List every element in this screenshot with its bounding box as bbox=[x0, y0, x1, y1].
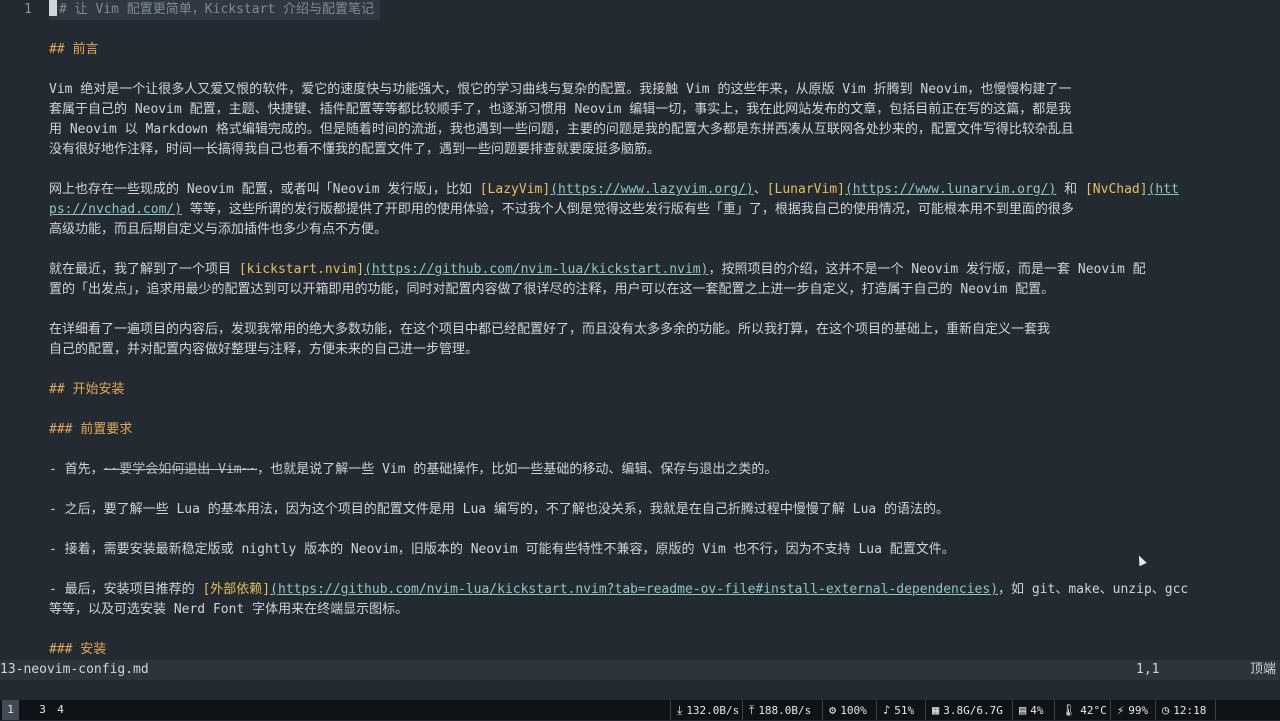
paragraph-1-line-1: Vim 绝对是一个让很多人又爱又恨的软件，爱它的速度快与功能强大，恨它的学习曲线… bbox=[49, 82, 1072, 97]
text-span: 网上也存在一些现成的 Neovim 配置，或者叫「Neovim 发行版」，比如 bbox=[49, 182, 480, 197]
link-url-nvchad-end[interactable]: ps://nvchad.com/) bbox=[49, 202, 182, 217]
disk-icon: ▤ bbox=[1019, 703, 1027, 717]
memory-value: 3.8G/6.7G bbox=[943, 704, 1003, 717]
paragraph-3-line-1: 就在最近，我了解到了一个项目 [kickstart.nvim](https://… bbox=[49, 260, 1146, 280]
memory-module: ▦ 3.8G/6.7G bbox=[925, 700, 1009, 720]
thermometer-icon: 🌡 bbox=[1061, 703, 1077, 717]
bullet-4-line-1: - 最后，安装项目推荐的 [外部依赖](https://github.com/n… bbox=[49, 580, 1188, 600]
volume-icon: ♪ bbox=[883, 703, 891, 717]
link-text-lunarvim[interactable]: [LunarVim] bbox=[767, 182, 845, 197]
net-up-value: 188.0B/s bbox=[758, 704, 812, 717]
system-status-bar: 1 3 4 ⤓ 132.0B/s ⤒ 188.0B/s ⚙ 100% ♪ 51% ▦ 3.… bbox=[0, 700, 1280, 720]
cpu-module[interactable]: ⚙ 100% bbox=[822, 700, 873, 720]
text-cursor bbox=[49, 0, 57, 16]
battery-icon: ⚡ bbox=[1117, 703, 1125, 717]
network-upload: ⤒ 188.0B/s bbox=[742, 700, 817, 720]
text-span: ，也就是说了解一些 Vim 的基础操作，比如一些基础的移动、编辑、保存与退出之类… bbox=[257, 462, 778, 477]
document-title: # 让 Vim 配置更简单，Kickstart 介绍与配置笔记 bbox=[59, 2, 375, 17]
link-text-kickstart[interactable]: [kickstart.nvim] bbox=[239, 262, 364, 277]
link-url-lazyvim[interactable]: (https://www.lazyvim.org/) bbox=[550, 182, 754, 197]
mouse-pointer-icon bbox=[1135, 553, 1147, 567]
workspace-3[interactable]: 3 bbox=[34, 700, 51, 720]
link-text-lazyvim[interactable]: [LazyVim] bbox=[480, 182, 550, 197]
vim-statusline: 13-neovim-config.md 1,1 顶端 bbox=[0, 660, 1280, 680]
upload-icon: ⤒ bbox=[749, 703, 755, 717]
network-download: ⤓ 132.0B/s bbox=[670, 700, 745, 720]
paragraph-1-line-4: 没有很好地作注释，时间一长搞得我自己也看不懂我的配置文件了，遇到一些问题要排查就… bbox=[49, 142, 661, 157]
link-url-nvchad-start[interactable]: (htt bbox=[1148, 182, 1179, 197]
text-span: 等等，这些所谓的发行版都提供了开即用的使用体验，不过我个人倒是觉得这些发行版有些… bbox=[182, 202, 1074, 217]
disk-module: ▤ 4% bbox=[1012, 700, 1049, 720]
statusline-percent: 顶端 bbox=[1250, 662, 1277, 677]
cpu-value: 100% bbox=[840, 704, 867, 717]
text-span: 和 bbox=[1056, 182, 1085, 197]
link-url-dependencies[interactable]: (https://github.com/nvim-lua/kickstart.n… bbox=[270, 582, 998, 597]
strikethrough-text: ~~要学会如何退出 Vim~~ bbox=[103, 462, 258, 477]
paragraph-2-line-3: 高级功能，而且后期自定义与添加插件也多少有点不方便。 bbox=[49, 222, 388, 237]
clock-value: 12:18 bbox=[1173, 704, 1207, 717]
heading-preface: ## 前言 bbox=[49, 42, 99, 57]
paragraph-3-line-2: 置的「出发点」，追求用最少的配置达到可以开箱即用的功能，同时对配置内容做了很详尽… bbox=[49, 282, 1055, 297]
link-url-lunarvim[interactable]: (https://www.lunarvim.org/) bbox=[845, 182, 1056, 197]
paragraph-2-line-2: ps://nvchad.com/) 等等，这些所谓的发行版都提供了开即用的使用体… bbox=[49, 200, 1074, 220]
bullet-2: - 之后，要了解一些 Lua 的基本用法，因为这个项目的配置文件是用 Lua 编… bbox=[49, 502, 950, 517]
volume-module[interactable]: ♪ 51% bbox=[876, 700, 920, 720]
text-span: ，如 git、make、unzip、gcc bbox=[998, 582, 1189, 597]
text-span: - 首先， bbox=[49, 462, 104, 477]
download-icon: ⤓ bbox=[677, 703, 683, 717]
paragraph-1-line-2: 套属于自己的 Neovim 配置，主题、快捷键、插件配置等等都比较顺手了，也逐渐… bbox=[49, 102, 1072, 117]
command-line[interactable] bbox=[0, 680, 1280, 700]
clock-icon: ◷ bbox=[1162, 703, 1170, 717]
battery-module: ⚡ 99% bbox=[1110, 700, 1154, 720]
editor-pane[interactable]: 1 # 让 Vim 配置更简单，Kickstart 介绍与配置笔记 ## 前言 … bbox=[0, 0, 1280, 660]
bullet-1: - 首先，~~要学会如何退出 Vim~~，也就是说了解一些 Vim 的基础操作，… bbox=[49, 460, 777, 480]
battery-value: 99% bbox=[1128, 704, 1149, 717]
memory-icon: ▦ bbox=[932, 703, 940, 717]
statusline-position: 1,1 bbox=[1136, 662, 1160, 677]
cpu-icon: ⚙ bbox=[829, 703, 837, 717]
clock-module[interactable]: ◷ 12:18 bbox=[1155, 700, 1212, 720]
heading-install: ## 开始安装 bbox=[49, 382, 125, 397]
paragraph-2-line-1: 网上也存在一些现成的 Neovim 配置，或者叫「Neovim 发行版」，比如 … bbox=[49, 180, 1179, 200]
paragraph-4-line-1: 在详细看了一遍项目的内容后，发现我常用的绝大多数功能，在这个项目中都已经配置好了… bbox=[49, 322, 1051, 337]
heading-setup: ### 安装 bbox=[49, 642, 107, 657]
volume-value: 51% bbox=[894, 704, 915, 717]
text-span: 就在最近，我了解到了一个项目 bbox=[49, 262, 239, 277]
text-span: - 最后，安装项目推荐的 bbox=[49, 582, 203, 597]
temperature-module: 🌡 42°C bbox=[1054, 700, 1113, 720]
heading-prerequisites: ### 前置要求 bbox=[49, 422, 133, 437]
workspace-4[interactable]: 4 bbox=[52, 700, 69, 720]
text-span: ，按照项目的介绍，这并不是一个 Neovim 发行版，而是一套 Neovim 配 bbox=[708, 262, 1146, 277]
net-down-value: 132.0B/s bbox=[686, 704, 740, 717]
tray-area[interactable] bbox=[1215, 700, 1280, 720]
link-url-kickstart[interactable]: (https://github.com/nvim-lua/kickstart.n… bbox=[364, 262, 708, 277]
line-number: 1 bbox=[24, 2, 32, 17]
paragraph-4-line-2: 自己的配置，并对配置内容做好整理与注释，方便未来的自己进一步管理。 bbox=[49, 342, 479, 357]
bullet-3: - 接着，需要安装最新稳定版或 nightly 版本的 Neovim，旧版本的 … bbox=[49, 542, 955, 557]
link-text-dependencies[interactable]: [外部依赖] bbox=[202, 582, 270, 597]
workspace-1[interactable]: 1 bbox=[2, 700, 19, 720]
bullet-4-line-2: 等等，以及可选安装 Nerd Font 字体用来在终端显示图标。 bbox=[49, 602, 409, 617]
paragraph-1-line-3: 用 Neovim 以 Markdown 格式编辑完成的。但是随着时间的流逝，我也… bbox=[49, 122, 1074, 137]
disk-value: 4% bbox=[1030, 704, 1044, 717]
title-line: # 让 Vim 配置更简单，Kickstart 介绍与配置笔记 bbox=[49, 0, 381, 20]
link-text-nvchad[interactable]: [NvChad] bbox=[1085, 182, 1148, 197]
text-span: 、 bbox=[753, 182, 767, 197]
temperature-value: 42°C bbox=[1080, 704, 1107, 717]
statusline-filename: 13-neovim-config.md bbox=[0, 662, 149, 677]
